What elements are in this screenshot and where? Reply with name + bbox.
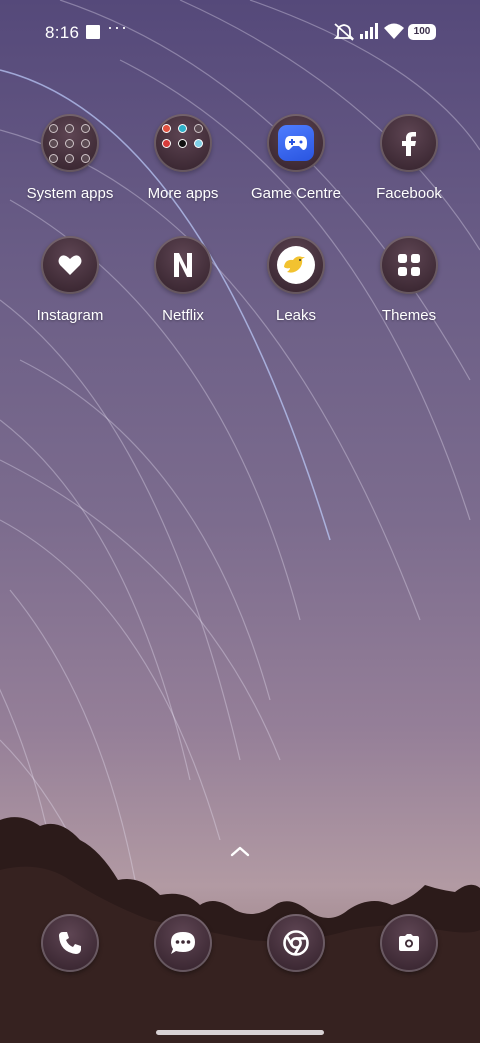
app-leaks[interactable]: Leaks: [241, 236, 351, 324]
mute-icon: [333, 23, 355, 41]
signal-icon: [360, 23, 378, 39]
app-label: Game Centre: [250, 185, 342, 202]
app-label: More apps: [147, 185, 219, 202]
chrome-icon: [283, 930, 309, 956]
chat-icon: [171, 932, 195, 954]
folder-icon: [41, 114, 99, 172]
app-label: Leaks: [275, 307, 317, 324]
grid-icon: [380, 236, 438, 294]
app-system-apps[interactable]: System apps: [15, 114, 125, 202]
game-controller-icon: [267, 114, 325, 172]
home-indicator[interactable]: [156, 1030, 324, 1035]
chevron-up-icon[interactable]: [229, 843, 251, 859]
app-label: Instagram: [36, 307, 104, 324]
netflix-icon: [154, 236, 212, 294]
app-label: Themes: [381, 307, 437, 324]
dock-phone[interactable]: [41, 914, 99, 972]
more-dots-icon: ···: [107, 17, 128, 37]
stop-square-icon: [86, 25, 100, 39]
app-label: Netflix: [162, 307, 204, 324]
dock-messages[interactable]: [154, 914, 212, 972]
heart-icon: [41, 236, 99, 294]
bird-icon: [267, 236, 325, 294]
wifi-icon: [384, 23, 404, 39]
folder-icon: [154, 114, 212, 172]
app-netflix[interactable]: Netflix: [128, 236, 238, 324]
camera-icon: [399, 934, 419, 951]
phone-icon: [59, 932, 81, 954]
app-themes[interactable]: Themes: [354, 236, 464, 324]
app-label: Facebook: [376, 185, 442, 202]
battery-icon: 100: [408, 24, 436, 40]
app-game-centre[interactable]: Game Centre: [241, 114, 351, 202]
app-instagram[interactable]: Instagram: [15, 236, 125, 324]
status-time: 8:16: [45, 23, 80, 42]
status-bar: 8:16 ··· 100: [0, 0, 480, 64]
facebook-icon: [380, 114, 438, 172]
app-facebook[interactable]: Facebook: [354, 114, 464, 202]
app-label: System apps: [26, 185, 114, 202]
app-more-apps[interactable]: More apps: [128, 114, 238, 202]
dock-chrome[interactable]: [267, 914, 325, 972]
dock-camera[interactable]: [380, 914, 438, 972]
